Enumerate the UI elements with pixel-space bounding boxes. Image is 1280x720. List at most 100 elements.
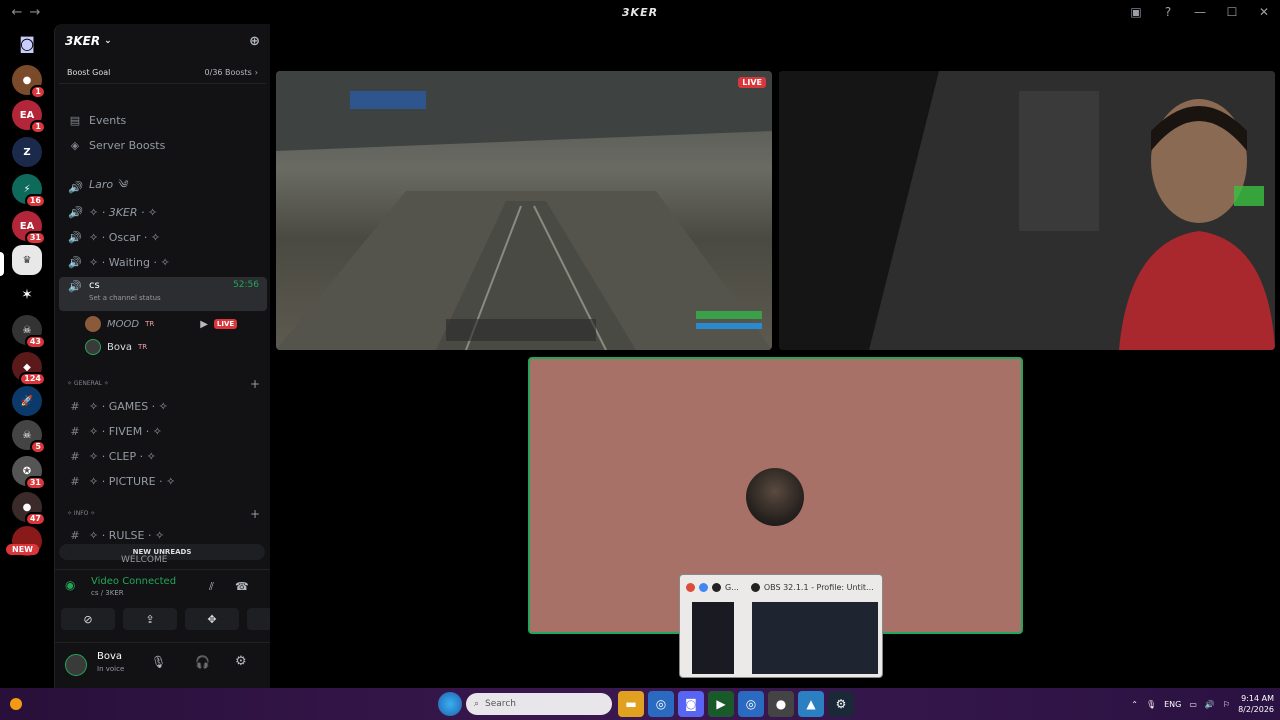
server-icon-active[interactable]: ♛ <box>12 245 42 275</box>
add-channel-icon[interactable]: + <box>250 377 260 391</box>
close-button[interactable]: ✕ <box>1248 5 1280 19</box>
server-header[interactable]: 3KER ⌄ ⊕ <box>55 24 270 58</box>
search-box[interactable]: ⌕ Search <box>466 693 612 715</box>
boost-goal[interactable]: Boost Goal 0/36 Boosts › <box>59 62 266 84</box>
text-channel[interactable]: WELCOME <box>59 554 267 566</box>
speaker-icon: 🔊 <box>68 255 82 269</box>
text-channel[interactable]: # ✧ · CLEP · ✧ <box>59 445 267 467</box>
server-icon[interactable]: ● 1 <box>12 65 46 99</box>
system-tray: ⌃ 🎙 ENG ▭ 🔊 ⚐ 9:14 AM 8/2/2026 <box>1131 688 1274 720</box>
disconnect-icon[interactable]: ☎ <box>235 580 249 593</box>
screen-share-button[interactable]: ⇪ <box>123 608 177 630</box>
language-indicator[interactable]: ENG <box>1164 700 1181 709</box>
category-general[interactable]: ✧ GENERAL ✧ <box>67 380 109 387</box>
hash-icon: # <box>70 474 80 488</box>
microphone-icon[interactable]: 🎙 <box>1146 700 1156 709</box>
minimize-button[interactable]: — <box>1184 5 1216 19</box>
gear-icon[interactable]: ⚙ <box>235 654 247 669</box>
live-badge: LIVE <box>213 319 238 329</box>
user-panel: Bova In voice 🎙 🎧 ⚙ <box>55 642 271 688</box>
discord-icon[interactable]: ◙ <box>678 691 704 717</box>
microphone-icon[interactable]: 🎙 <box>151 655 166 669</box>
server-icon[interactable]: ◆ 124 <box>12 352 46 386</box>
terminal-icon[interactable]: ▶ <box>708 691 734 717</box>
activities-button[interactable]: ✥ <box>185 608 239 630</box>
weather-icon[interactable] <box>10 698 22 710</box>
text-channel[interactable]: # ✧ · FIVEM · ✧ <box>59 420 267 442</box>
voice-status[interactable]: Video Connected <box>91 576 176 587</box>
preview-image-right[interactable] <box>752 602 878 674</box>
server-icon[interactable]: EA 1 <box>12 100 46 134</box>
hash-icon: # <box>70 424 80 438</box>
server-rail: ◙ ● 1 EA 1 Z ⚡ 16 EA 31 ♛ ✶ ☠ 43 ◆ 124 🚀 ☠ 5 ✪ 3… <box>0 24 54 688</box>
clock[interactable]: 9:14 AM 8/2/2026 <box>1238 693 1274 715</box>
server-icon[interactable]: ● 47 <box>12 492 46 526</box>
text-channel[interactable]: # ✧ · PICTURE · ✧ <box>59 470 267 492</box>
taskbar-preview[interactable]: G... OBS 32.1.1 - Profile: Untit... <box>679 574 883 678</box>
headphones-icon[interactable]: 🎧 <box>195 655 210 669</box>
add-member-icon[interactable]: ⊕ <box>249 34 260 49</box>
steam-icon[interactable]: ⚙ <box>828 691 854 717</box>
add-channel-icon[interactable]: + <box>250 507 260 521</box>
hash-icon: # <box>70 399 80 413</box>
signal-icon: ◉ <box>65 578 76 592</box>
server-icon[interactable]: ⚡ 16 <box>12 174 46 208</box>
chevron-right-icon: › <box>254 68 258 77</box>
events-link[interactable]: ▤ Events <box>59 109 267 131</box>
obs-icon[interactable]: ● <box>768 691 794 717</box>
chevron-down-icon: ⌄ <box>104 36 112 46</box>
inbox-icon[interactable]: ▣ <box>1120 5 1152 19</box>
user-status: In voice <box>97 665 125 673</box>
server-icon[interactable]: ☠ 43 <box>12 315 46 349</box>
photos-icon[interactable]: ▲ <box>798 691 824 717</box>
server-icon[interactable]: EA 31 <box>12 211 46 245</box>
chrome-icon[interactable]: ◎ <box>648 691 674 717</box>
new-badge[interactable]: NEW <box>6 544 39 555</box>
server-icon[interactable]: ✶ <box>12 280 42 310</box>
start-button[interactable] <box>438 692 462 716</box>
voice-channel[interactable]: 🔊 ✧ · Oscar · ✧ <box>59 226 267 248</box>
window-title: 3KER <box>621 5 659 19</box>
flag-icon[interactable]: ⚐ <box>1223 700 1230 709</box>
voice-channel[interactable]: 🔊 ✧ · Waiting · ✧ <box>59 251 267 273</box>
taskbar: ⌕ Search ▬ ◎ ◙ ▶ ◎ ● ▲ ⚙ ⌃ 🎙 ENG ▭ 🔊 ⚐ 9… <box>0 688 1280 720</box>
camera-off-button[interactable]: ⊘ <box>61 608 115 630</box>
server-boosts-link[interactable]: ◈ Server Boosts <box>59 134 267 156</box>
chrome-icon[interactable]: ◎ <box>738 691 764 717</box>
network-icon[interactable]: ▭ <box>1189 700 1197 709</box>
voice-channel[interactable]: 🔊 ✧ · 3KER · ✧ <box>59 201 267 223</box>
volume-icon[interactable]: 🔊 <box>1205 700 1215 709</box>
speaker-icon: 🔊 <box>68 180 82 194</box>
chevron-up-icon[interactable]: ⌃ <box>1131 700 1138 709</box>
avatar <box>85 339 101 355</box>
server-icon[interactable]: Z <box>12 137 42 167</box>
file-explorer-icon[interactable]: ▬ <box>618 691 644 717</box>
hash-icon: # <box>70 528 80 542</box>
username[interactable]: Bova <box>97 651 122 662</box>
server-icon[interactable]: ☠ 5 <box>12 420 46 454</box>
voice-channel[interactable]: 🔊 Laro ༄ <box>59 176 267 198</box>
maximize-button[interactable]: ☐ <box>1216 5 1248 19</box>
text-channel[interactable]: # ✧ · RULSE · ✧ <box>59 524 267 546</box>
hash-icon: # <box>70 449 80 463</box>
chrome-icon <box>699 582 708 592</box>
camera-icon: ▶ <box>200 318 208 330</box>
live-badge: LIVE <box>738 77 766 88</box>
voice-member[interactable]: MOOD TR ▶ LIVE <box>85 316 238 332</box>
noise-suppression-icon[interactable]: ⫽ <box>209 580 214 594</box>
call-timer: 52:56 <box>233 280 259 290</box>
server-icon[interactable]: 🚀 <box>12 386 42 416</box>
category-info[interactable]: ✧ INFO ✧ <box>67 510 95 517</box>
preview-title: OBS 32.1.1 - Profile: Untit... <box>763 582 874 592</box>
voice-channel-active[interactable]: 🔊 cs Set a channel status 52:56 <box>59 277 267 311</box>
camera-tile[interactable] <box>779 71 1275 350</box>
discord-home-icon[interactable]: ◙ <box>12 28 42 58</box>
voice-location[interactable]: cs / 3KER <box>91 589 124 597</box>
avatar[interactable] <box>65 654 87 676</box>
server-icon[interactable]: ✪ 31 <box>12 456 46 490</box>
voice-member[interactable]: Bova TR <box>85 339 147 355</box>
text-channel[interactable]: # ✧ · GAMES · ✧ <box>59 395 267 417</box>
stream-tile[interactable]: LIVE <box>276 71 772 350</box>
preview-image-left[interactable] <box>692 602 734 674</box>
help-icon[interactable]: ? <box>1152 5 1184 19</box>
